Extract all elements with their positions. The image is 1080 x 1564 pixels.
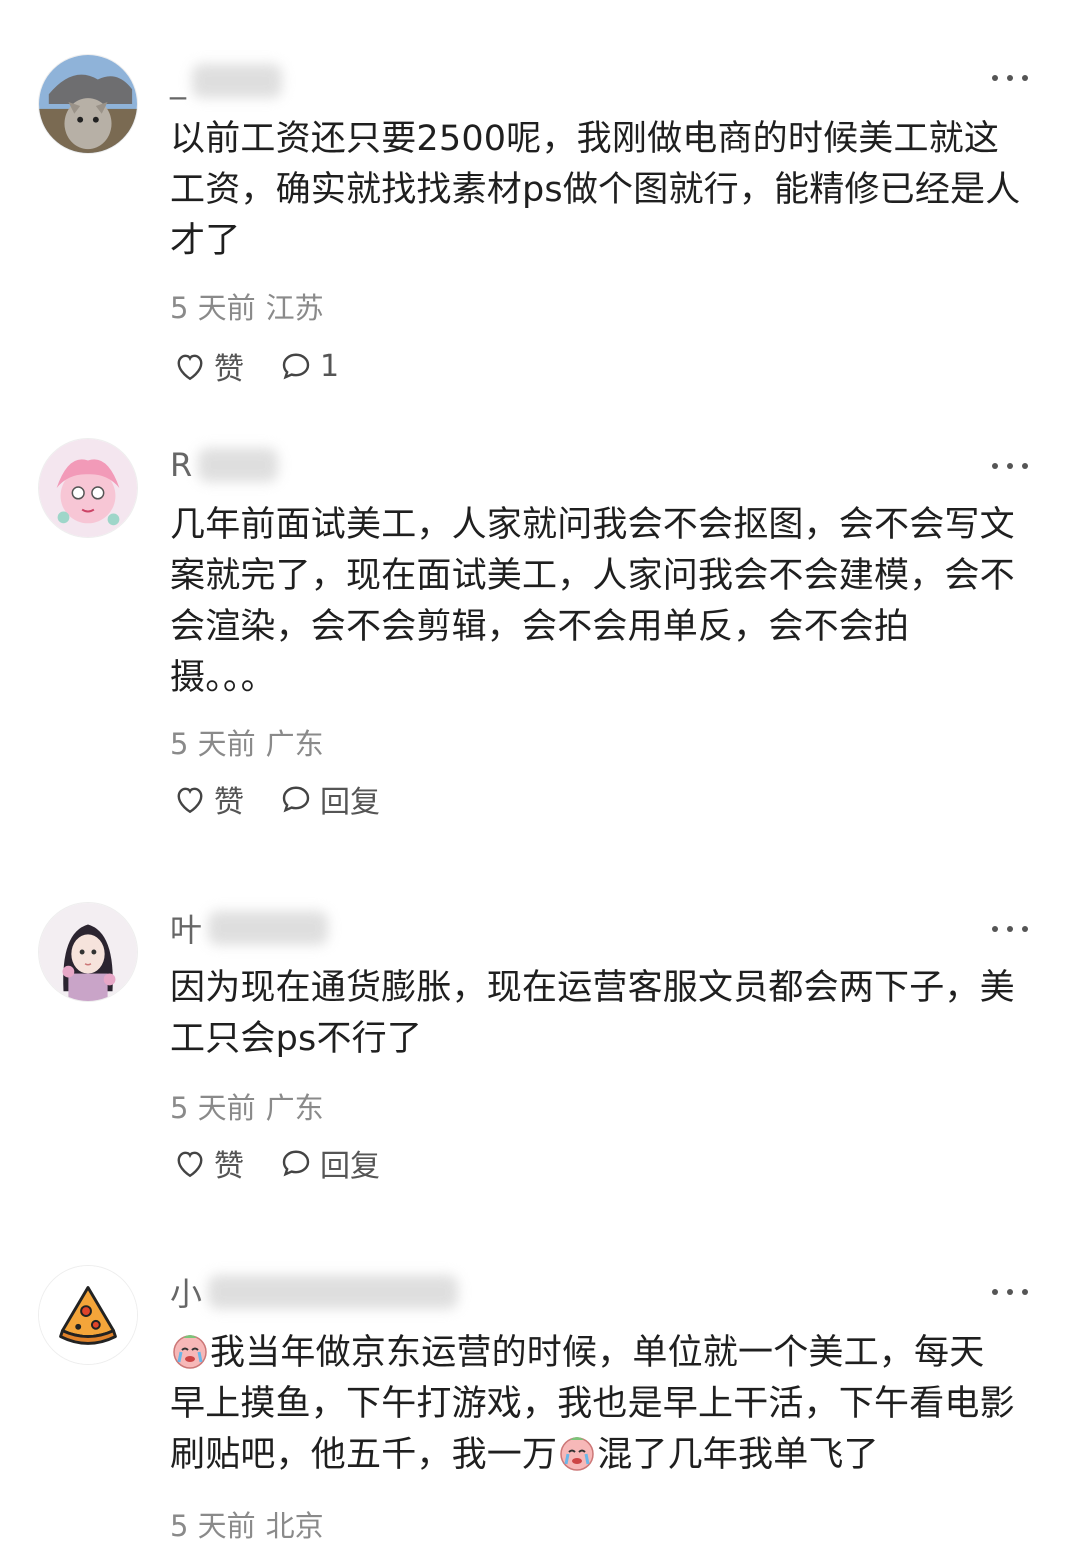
comment-meta: 5 天前 北京 [170,1503,324,1545]
comment-text-part: 刷贴吧，他五千，我一万 [170,1435,558,1475]
comment-text-line: 我当年做京东运营的时候，单位就一个美工，每天 [170,1328,1040,1379]
comment-actions: 赞 1 [172,343,339,389]
comment-location: 江苏 [265,291,324,325]
comment-location: 广东 [265,727,324,761]
username[interactable]: 小 [170,1267,459,1317]
username-blurred [208,911,329,945]
reply-label: 回复 [320,1149,380,1184]
comment-meta: 5 天前 江苏 [170,285,324,327]
comment-text: 我当年做京东运营的时候，单位就一个美工，每天 早上摸鱼，下午打游戏，我也是早上干… [170,1328,1040,1481]
crying-face-emoji-icon [173,1335,207,1369]
more-options-icon[interactable] [992,460,1028,472]
comment-time: 5 天前 [170,727,256,761]
heart-icon [177,787,203,814]
comment-time: 5 天前 [170,1509,256,1543]
comment-text: 以前工资还只要2500呢，我刚做电商的时候美工就这 工资，确实就找找素材ps做个… [170,119,1021,261]
username-visible-char: R [170,446,193,484]
username[interactable]: _ [170,56,282,106]
reply-count: 1 [320,348,340,384]
comment-text-line: 刷贴吧，他五千，我一万 混了几年我单飞了 [170,1430,1040,1481]
username-visible-char: 小 [170,1275,203,1313]
username-blurred [208,1275,459,1309]
more-options-icon[interactable] [992,923,1028,935]
like-button[interactable]: 赞 [172,777,244,821]
comment-time: 5 天前 [170,291,256,325]
pizza-avatar[interactable] [38,1265,138,1365]
reply-button[interactable]: 回复 [278,1141,380,1185]
heart-icon [177,354,203,381]
username-visible-char: 叶 [170,911,203,949]
comment-text: 因为现在通货膨胀，现在运营客服文员都会两下子，美 工只会ps不行了 [170,968,1015,1059]
reply-button[interactable]: 1 [278,348,339,384]
comment-bubble-icon [282,786,310,813]
like-label: 赞 [214,1149,244,1184]
username-blurred [192,64,282,98]
reply-label: 回复 [320,785,380,820]
comment-bubble-icon [282,1150,310,1177]
comment-meta: 5 天前 广东 [170,721,324,763]
comment-location: 北京 [265,1509,324,1543]
comment-text: 几年前面试美工，人家就问我会不会抠图，会不会写文 案就完了，现在面试美工，人家问… [170,505,1015,698]
more-options-icon[interactable] [992,1286,1028,1298]
heart-icon [177,1151,203,1178]
like-button[interactable]: 赞 [172,1141,244,1185]
comment-text-part: 我当年做京东运营的时候，单位就一个美工，每天 [210,1333,985,1373]
comment-bubble-icon [282,353,310,380]
like-label: 赞 [214,785,244,820]
comment-actions: 赞 回复 [172,1140,380,1186]
like-label: 赞 [214,352,244,387]
username-blurred [198,448,279,482]
comment-time: 5 天前 [170,1091,256,1125]
more-options-icon[interactable] [992,72,1028,84]
username[interactable]: 叶 [170,903,329,953]
cat-photo-avatar[interactable] [38,54,138,154]
anime-pink-avatar[interactable] [38,438,138,538]
anime-girl-avatar[interactable] [38,902,138,1002]
comment-location: 广东 [265,1091,324,1125]
username-visible-char: _ [170,62,186,100]
crying-face-emoji-icon [560,1437,594,1471]
comment-actions: 赞 回复 [172,776,380,822]
reply-button[interactable]: 回复 [278,777,380,821]
like-button[interactable]: 赞 [172,344,244,388]
comment-text-part: 混了几年我单飞了 [597,1435,879,1475]
username[interactable]: R [170,440,279,490]
comment-meta: 5 天前 广东 [170,1085,324,1127]
comment-text-line: 早上摸鱼，下午打游戏，我也是早上干活，下午看电影 [170,1384,1015,1424]
